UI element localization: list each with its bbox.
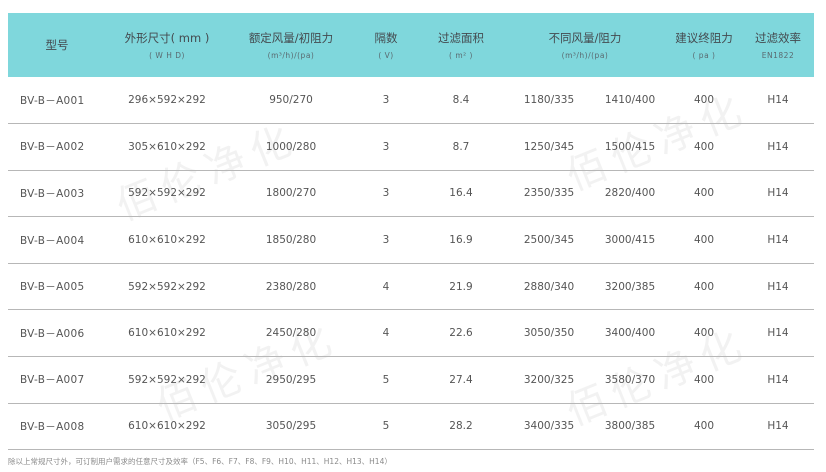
cell-flow-1: 3400/335 [504, 403, 594, 451]
cell-final-resistance: 400 [666, 170, 742, 218]
cell-v: 5 [354, 356, 418, 404]
cell-v: 5 [354, 403, 418, 451]
cell-flow-2: 2820/400 [594, 170, 666, 218]
cell-flow-1: 2880/340 [504, 263, 594, 311]
table-row: BV-B－A002 305×610×292 1000/280 3 8.7 1250/345… [8, 123, 814, 171]
cell-efficiency: H14 [742, 309, 814, 358]
cell-flow-2: 3200/385 [594, 263, 666, 311]
cell-v: 3 [354, 170, 418, 218]
cell-v: 3 [354, 123, 418, 171]
table-row: BV-B－A004 610×610×292 1850/280 3 16.9 2500/34… [8, 216, 814, 264]
cell-flow-2: 1410/400 [594, 77, 666, 125]
cell-v: 4 [354, 309, 418, 358]
col-header-efficiency: 过滤效率 EN1822 [755, 31, 801, 60]
cell-final-resistance: 400 [666, 356, 742, 404]
cell-flow-2: 3580/370 [594, 356, 666, 404]
cell-model: BV-B－A003 [8, 170, 106, 218]
cell-model: BV-B－A004 [8, 216, 106, 264]
cell-efficiency: H14 [742, 216, 814, 264]
col-header-v: 隔数( V) [374, 31, 398, 60]
cell-efficiency: H14 [742, 170, 814, 218]
cell-size: 296×592×292 [106, 77, 228, 125]
cell-v: 3 [354, 77, 418, 125]
cell-rated: 2380/280 [228, 263, 354, 311]
cell-area: 8.4 [418, 77, 504, 125]
cell-rated: 1000/280 [228, 123, 354, 171]
cell-area: 8.7 [418, 123, 504, 171]
col-header-final-resistance: 建议终阻力( pa ) [675, 31, 733, 60]
cell-flow-2: 3800/385 [594, 403, 666, 451]
table-row: BV-B－A007 592×592×292 2950/295 5 27.4 3200/32… [8, 356, 814, 404]
cell-area: 16.4 [418, 170, 504, 218]
cell-area: 16.9 [418, 216, 504, 264]
cell-size: 592×592×292 [106, 170, 228, 218]
cell-flow-1: 1180/335 [504, 77, 594, 125]
cell-flow-2: 3400/400 [594, 309, 666, 358]
cell-model: BV-B－A007 [8, 356, 106, 404]
cell-flow-1: 2500/345 [504, 216, 594, 264]
cell-size: 592×592×292 [106, 263, 228, 311]
cell-model: BV-B－A002 [8, 123, 106, 171]
cell-flow-2: 1500/415 [594, 123, 666, 171]
cell-efficiency: H14 [742, 403, 814, 451]
cell-area: 28.2 [418, 403, 504, 451]
cell-final-resistance: 400 [666, 123, 742, 171]
table-row: BV-B－A008 610×610×292 3050/295 5 28.2 3400/33… [8, 403, 814, 451]
cell-rated: 950/270 [228, 77, 354, 125]
cell-efficiency: H14 [742, 77, 814, 125]
cell-v: 3 [354, 216, 418, 264]
cell-flow-2: 3000/415 [594, 216, 666, 264]
table-row: BV-B－A001 296×592×292 950/270 3 8.4 1180/335 1… [8, 77, 814, 125]
cell-area: 21.9 [418, 263, 504, 311]
table-header-row: 型号 外形尺寸( mm )( W H D) 额定风量/初阻力 (m³/h)/(pa… [8, 13, 814, 77]
cell-model: BV-B－A008 [8, 403, 106, 451]
cell-final-resistance: 400 [666, 77, 742, 125]
cell-final-resistance: 400 [666, 263, 742, 311]
cell-area: 27.4 [418, 356, 504, 404]
footnote: 除以上常规尺寸外，可订制用户需求的任意尺寸及效率（F5、F6、F7、F8、F9、… [8, 457, 392, 466]
cell-rated: 3050/295 [228, 403, 354, 451]
spec-page: 佰伦净化 佰伦净化 佰伦净化 佰伦净化 型号 外形尺寸( mm )( W H D… [0, 0, 826, 472]
cell-size: 592×592×292 [106, 356, 228, 404]
col-header-area: 过滤面积( m² ) [438, 31, 484, 60]
cell-v: 4 [354, 263, 418, 311]
col-header-model: 型号 [45, 38, 69, 52]
cell-size: 610×610×292 [106, 403, 228, 451]
cell-rated: 2450/280 [228, 309, 354, 358]
cell-flow-1: 3200/325 [504, 356, 594, 404]
cell-flow-1: 2350/335 [504, 170, 594, 218]
table-row: BV-B－A003 592×592×292 1800/270 3 16.4 2350/33… [8, 170, 814, 218]
cell-size: 305×610×292 [106, 123, 228, 171]
col-header-rated: 额定风量/初阻力 (m³/h)/(pa) [248, 31, 334, 60]
cell-size: 610×610×292 [106, 309, 228, 358]
spec-table: 型号 外形尺寸( mm )( W H D) 额定风量/初阻力 (m³/h)/(pa… [8, 13, 814, 451]
cell-area: 22.6 [418, 309, 504, 358]
cell-efficiency: H14 [742, 263, 814, 311]
table-row: BV-B－A006 610×610×292 2450/280 4 22.6 3050/35… [8, 309, 814, 358]
cell-final-resistance: 400 [666, 216, 742, 264]
cell-efficiency: H14 [742, 356, 814, 404]
cell-efficiency: H14 [742, 123, 814, 171]
cell-model: BV-B－A001 [8, 77, 106, 125]
cell-size: 610×610×292 [106, 216, 228, 264]
table-row: BV-B－A005 592×592×292 2380/280 4 21.9 2880/34… [8, 263, 814, 311]
cell-rated: 1800/270 [228, 170, 354, 218]
col-header-size: 外形尺寸( mm )( W H D) [124, 31, 210, 60]
cell-model: BV-B－A005 [8, 263, 106, 311]
col-header-flows: 不同风量/阻力 (m³/h)/(pa) [548, 31, 622, 60]
cell-flow-1: 1250/345 [504, 123, 594, 171]
cell-final-resistance: 400 [666, 403, 742, 451]
cell-rated: 2950/295 [228, 356, 354, 404]
cell-final-resistance: 400 [666, 309, 742, 358]
cell-model: BV-B－A006 [8, 309, 106, 358]
cell-flow-1: 3050/350 [504, 309, 594, 358]
cell-rated: 1850/280 [228, 216, 354, 264]
